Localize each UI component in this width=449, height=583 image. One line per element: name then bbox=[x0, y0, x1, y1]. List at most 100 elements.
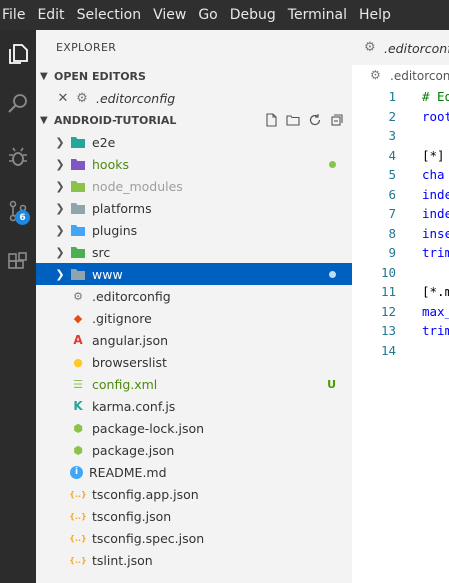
new-folder-icon[interactable] bbox=[286, 113, 300, 127]
karma-icon: K bbox=[73, 399, 83, 413]
new-file-icon[interactable] bbox=[264, 113, 278, 127]
nodejs-icon: ⬢ bbox=[73, 421, 83, 435]
close-icon[interactable]: ✕ bbox=[52, 91, 74, 106]
tree-folder[interactable]: ❯ hooks bbox=[36, 153, 352, 175]
tree-file[interactable]: Aangular.json bbox=[36, 329, 352, 351]
tree-item-label: node_modules bbox=[92, 178, 183, 194]
search-activity[interactable] bbox=[0, 84, 36, 124]
open-editors-header[interactable]: ▼ OPEN EDITORS bbox=[36, 65, 352, 87]
tree-folder[interactable]: ❯ node_modules bbox=[36, 175, 352, 197]
tree-item-label: package.json bbox=[92, 442, 175, 458]
tree-item-label: tslint.json bbox=[92, 552, 153, 568]
git-status-badge: U bbox=[327, 377, 336, 391]
bug-icon bbox=[9, 147, 27, 166]
folder-plugin-icon bbox=[70, 222, 86, 238]
debug-activity[interactable] bbox=[0, 137, 36, 177]
folder-icon bbox=[70, 200, 86, 216]
collapse-all-icon[interactable] bbox=[330, 113, 344, 127]
tree-file[interactable]: ◆ .gitignore bbox=[36, 307, 352, 329]
extensions-icon bbox=[8, 252, 27, 269]
code-line: inse bbox=[422, 225, 449, 241]
tree-item-label: plugins bbox=[92, 222, 138, 238]
chevron-right-icon: ❯ bbox=[55, 201, 65, 215]
code-line: [*] bbox=[422, 147, 445, 163]
chevron-down-icon: ▼ bbox=[40, 114, 48, 126]
chevron-right-icon: ❯ bbox=[55, 245, 65, 259]
editorconfig-icon: ⚙ bbox=[370, 68, 381, 82]
tree-item-label: .gitignore bbox=[92, 310, 152, 326]
tree-file[interactable]: ● browserslist bbox=[36, 351, 352, 373]
tree-folder[interactable]: ❯ plugins bbox=[36, 219, 352, 241]
tree-file[interactable]: ⬢ package.json bbox=[36, 439, 352, 461]
menu-view[interactable]: View bbox=[147, 0, 192, 30]
chevron-right-icon: ❯ bbox=[55, 135, 65, 149]
project-header[interactable]: ▼ ANDROID-TUTORIAL bbox=[36, 109, 352, 131]
tab-editorconfig[interactable]: .editorconfi bbox=[384, 41, 449, 56]
tree-file[interactable]: Kkarma.conf.js bbox=[36, 395, 352, 417]
tree-file[interactable]: i README.md bbox=[36, 461, 352, 483]
menu-terminal[interactable]: Terminal bbox=[282, 0, 353, 30]
open-editor-item[interactable]: ✕ ⚙ .editorconfig bbox=[36, 87, 352, 109]
tree-file[interactable]: ☰ config.xml U bbox=[36, 373, 352, 395]
tree-item-label: .editorconfig bbox=[92, 288, 171, 304]
tree-item-label: tsconfig.app.json bbox=[92, 486, 199, 502]
tree-item-label: config.xml bbox=[92, 376, 158, 392]
code-line: cha bbox=[422, 167, 445, 182]
tree-item-label: karma.conf.js bbox=[92, 398, 176, 414]
code-line: inde bbox=[422, 206, 449, 221]
tree-folder[interactable]: ❯ platforms bbox=[36, 197, 352, 219]
tree-item-label: src bbox=[92, 244, 111, 260]
folder-node-icon bbox=[70, 178, 86, 194]
angular-icon: A bbox=[73, 333, 83, 347]
refresh-icon[interactable] bbox=[308, 113, 322, 127]
tree-file[interactable]: ⚙ .editorconfig bbox=[36, 285, 352, 307]
modified-dot bbox=[329, 270, 336, 278]
tree-item-label: tsconfig.spec.json bbox=[92, 530, 205, 546]
line-number: 12 bbox=[380, 303, 396, 319]
xml-icon: ☰ bbox=[73, 377, 83, 391]
tree-file[interactable]: {..} tsconfig.app.json bbox=[36, 483, 352, 505]
tree-item-label: platforms bbox=[92, 200, 152, 216]
activity-bar: 6 bbox=[0, 30, 36, 583]
line-number: 8 bbox=[388, 225, 396, 241]
extensions-activity[interactable] bbox=[0, 242, 36, 282]
explorer-sidebar: EXPLORER ▼ OPEN EDITORS ✕ ⚙ .editorconfi… bbox=[36, 30, 352, 583]
menu-help[interactable]: Help bbox=[353, 0, 397, 30]
tab-bar: ⚙ .editorconfi bbox=[352, 30, 449, 65]
json-icon: {..} bbox=[69, 511, 87, 521]
breadcrumb-file[interactable]: .editorcon bbox=[390, 69, 449, 83]
json-icon: {..} bbox=[69, 555, 87, 565]
tree-folder[interactable]: ❯ www bbox=[36, 263, 352, 285]
menu-bar: File Edit Selection View Go Debug Terminal Help bbox=[0, 0, 449, 30]
menu-file[interactable]: File bbox=[0, 0, 31, 30]
menu-go[interactable]: Go bbox=[192, 0, 223, 30]
menu-selection[interactable]: Selection bbox=[71, 0, 148, 30]
folder-src-icon bbox=[70, 244, 86, 260]
tree-item-label: README.md bbox=[89, 464, 167, 480]
editor-area: ⚙ .editorconfi ⚙ .editorcon 1 # Ed 2 root 3 4… bbox=[352, 30, 449, 583]
menu-edit[interactable]: Edit bbox=[31, 0, 70, 30]
line-number: 10 bbox=[380, 264, 396, 280]
scm-badge: 6 bbox=[15, 210, 30, 225]
code-line: root bbox=[422, 108, 449, 124]
chevron-right-icon: ❯ bbox=[55, 157, 65, 171]
source-control-activity[interactable]: 6 bbox=[0, 191, 36, 231]
tree-file[interactable]: {..} tsconfig.spec.json bbox=[36, 527, 352, 549]
tree-folder[interactable]: ❯ src bbox=[36, 241, 352, 263]
tree-file[interactable]: ⬢ package-lock.json bbox=[36, 417, 352, 439]
open-editors-label: OPEN EDITORS bbox=[54, 69, 146, 83]
line-number: 6 bbox=[388, 186, 396, 202]
nodejs-icon: ⬢ bbox=[73, 443, 83, 457]
line-number: 2 bbox=[388, 108, 396, 124]
chevron-right-icon: ❯ bbox=[55, 179, 65, 193]
explorer-activity[interactable] bbox=[0, 34, 36, 74]
modified-dot bbox=[329, 160, 336, 168]
code-line: trim bbox=[422, 245, 449, 260]
line-number: 11 bbox=[380, 284, 396, 299]
tree-folder[interactable]: ❯ e2e bbox=[36, 131, 352, 153]
tree-item-label: browserslist bbox=[92, 354, 167, 370]
tree-file[interactable]: {..} tsconfig.json bbox=[36, 505, 352, 527]
tree-item-label: tsconfig.json bbox=[92, 508, 172, 524]
menu-debug[interactable]: Debug bbox=[224, 0, 282, 30]
tree-file[interactable]: {..} tslint.json bbox=[36, 549, 352, 571]
